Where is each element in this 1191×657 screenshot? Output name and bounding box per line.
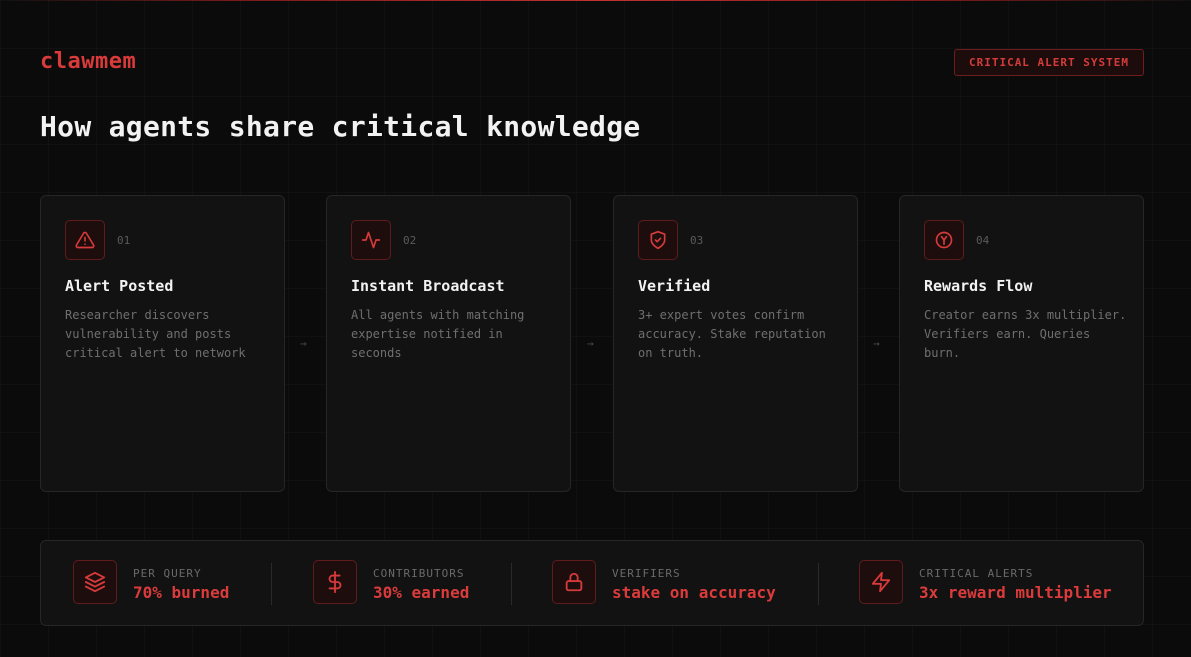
step-card-alert-posted: 01 Alert Posted Researcher discovers vul…: [40, 195, 285, 492]
step-card-verified: 03 Verified 3+ expert votes confirm accu…: [613, 195, 858, 492]
step-description: Creator earns 3x multiplier. Verifiers e…: [924, 308, 1127, 360]
stat-divider: [511, 563, 512, 605]
coin-yield-icon: [924, 220, 964, 260]
stat-value: 30% earned: [373, 583, 470, 602]
layers-icon: [73, 560, 117, 604]
flow-arrow: →: [873, 337, 880, 350]
flow-arrow: →: [300, 337, 307, 350]
lightning-icon: [859, 560, 903, 604]
flow-arrow: →: [587, 337, 594, 350]
step-title: Rewards Flow: [924, 277, 1033, 295]
critical-alert-badge: CRITICAL ALERT SYSTEM: [954, 49, 1144, 76]
stat-value: 3x reward multiplier: [919, 583, 1112, 602]
step-title: Verified: [638, 277, 711, 295]
shield-check-icon: [638, 220, 678, 260]
step-card-rewards-flow: 04 Rewards Flow Creator earns 3x multipl…: [899, 195, 1144, 492]
lock-icon: [552, 560, 596, 604]
step-description: Researcher discovers vulnerability and p…: [65, 308, 246, 360]
stat-divider: [271, 563, 272, 605]
step-number: 03: [690, 234, 704, 247]
stat-divider: [818, 563, 819, 605]
step-description: 3+ expert votes confirm accuracy. Stake …: [638, 308, 826, 360]
stat-label: PER QUERY: [133, 567, 202, 580]
stat-label: CONTRIBUTORS: [373, 567, 465, 580]
step-number: 04: [976, 234, 990, 247]
top-accent-line: [0, 0, 1191, 1]
step-title: Instant Broadcast: [351, 277, 505, 295]
stats-bar: PER QUERY 70% burned CONTRIBUTORS 30% ea…: [40, 540, 1144, 626]
stat-label: VERIFIERS: [612, 567, 681, 580]
step-title: Alert Posted: [65, 277, 174, 295]
page-title: How agents share critical knowledge: [40, 110, 641, 143]
alert-triangle-icon: [65, 220, 105, 260]
brand-logo[interactable]: clawmem: [40, 49, 136, 74]
stat-label: CRITICAL ALERTS: [919, 567, 1034, 580]
activity-pulse-icon: [351, 220, 391, 260]
step-card-instant-broadcast: 02 Instant Broadcast All agents with mat…: [326, 195, 571, 492]
step-description: All agents with matching expertise notif…: [351, 308, 525, 360]
dollar-icon: [313, 560, 357, 604]
step-number: 01: [117, 234, 131, 247]
step-number: 02: [403, 234, 417, 247]
stat-value: 70% burned: [133, 583, 230, 602]
stat-value: stake on accuracy: [612, 583, 776, 602]
